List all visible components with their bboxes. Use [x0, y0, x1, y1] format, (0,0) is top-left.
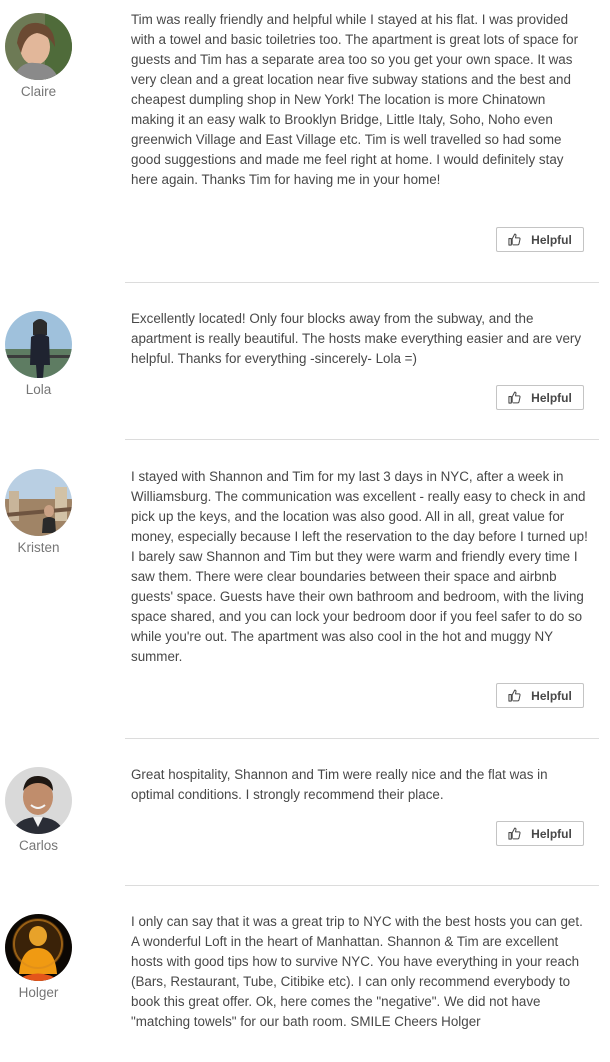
thumbs-up-icon: [508, 233, 521, 246]
avatar[interactable]: [5, 469, 72, 536]
review-text: Tim was really friendly and helpful whil…: [131, 12, 579, 187]
helpful-label: Helpful: [531, 232, 572, 247]
reviewer: Carlos: [5, 767, 72, 853]
reviewer-name[interactable]: Lola: [5, 382, 72, 397]
thumbs-up-icon: [508, 391, 521, 404]
review-text: Excellently located! Only four blocks aw…: [131, 311, 582, 366]
review-text: I stayed with Shannon and Tim for my las…: [131, 469, 588, 664]
avatar[interactable]: [5, 13, 72, 80]
helpful-label: Helpful: [531, 826, 572, 841]
helpful-button[interactable]: Helpful: [496, 227, 584, 252]
review-text: Great hospitality, Shannon and Tim were …: [131, 767, 548, 802]
reviewer: Kristen: [5, 469, 72, 555]
reviewer-name[interactable]: Kristen: [5, 540, 72, 555]
avatar[interactable]: [5, 311, 72, 378]
divider: [125, 439, 599, 440]
helpful-label: Helpful: [531, 688, 572, 703]
helpful-label: Helpful: [531, 390, 572, 405]
divider: [125, 282, 599, 283]
helpful-button[interactable]: Helpful: [496, 821, 584, 846]
divider: [125, 885, 599, 886]
helpful-button[interactable]: Helpful: [496, 683, 584, 708]
reviewer-name[interactable]: Holger: [5, 985, 72, 1000]
divider: [125, 738, 599, 739]
avatar[interactable]: [5, 914, 72, 981]
reviewer-name[interactable]: Claire: [5, 84, 72, 99]
reviewer: Holger: [5, 914, 72, 1000]
reviewer: Lola: [5, 311, 72, 397]
reviewer-name[interactable]: Carlos: [5, 838, 72, 853]
thumbs-up-icon: [508, 827, 521, 840]
review-text: I only can say that it was a great trip …: [131, 914, 583, 1029]
reviewer: Claire: [5, 13, 72, 99]
helpful-button[interactable]: Helpful: [496, 385, 584, 410]
avatar[interactable]: [5, 767, 72, 834]
thumbs-up-icon: [508, 689, 521, 702]
